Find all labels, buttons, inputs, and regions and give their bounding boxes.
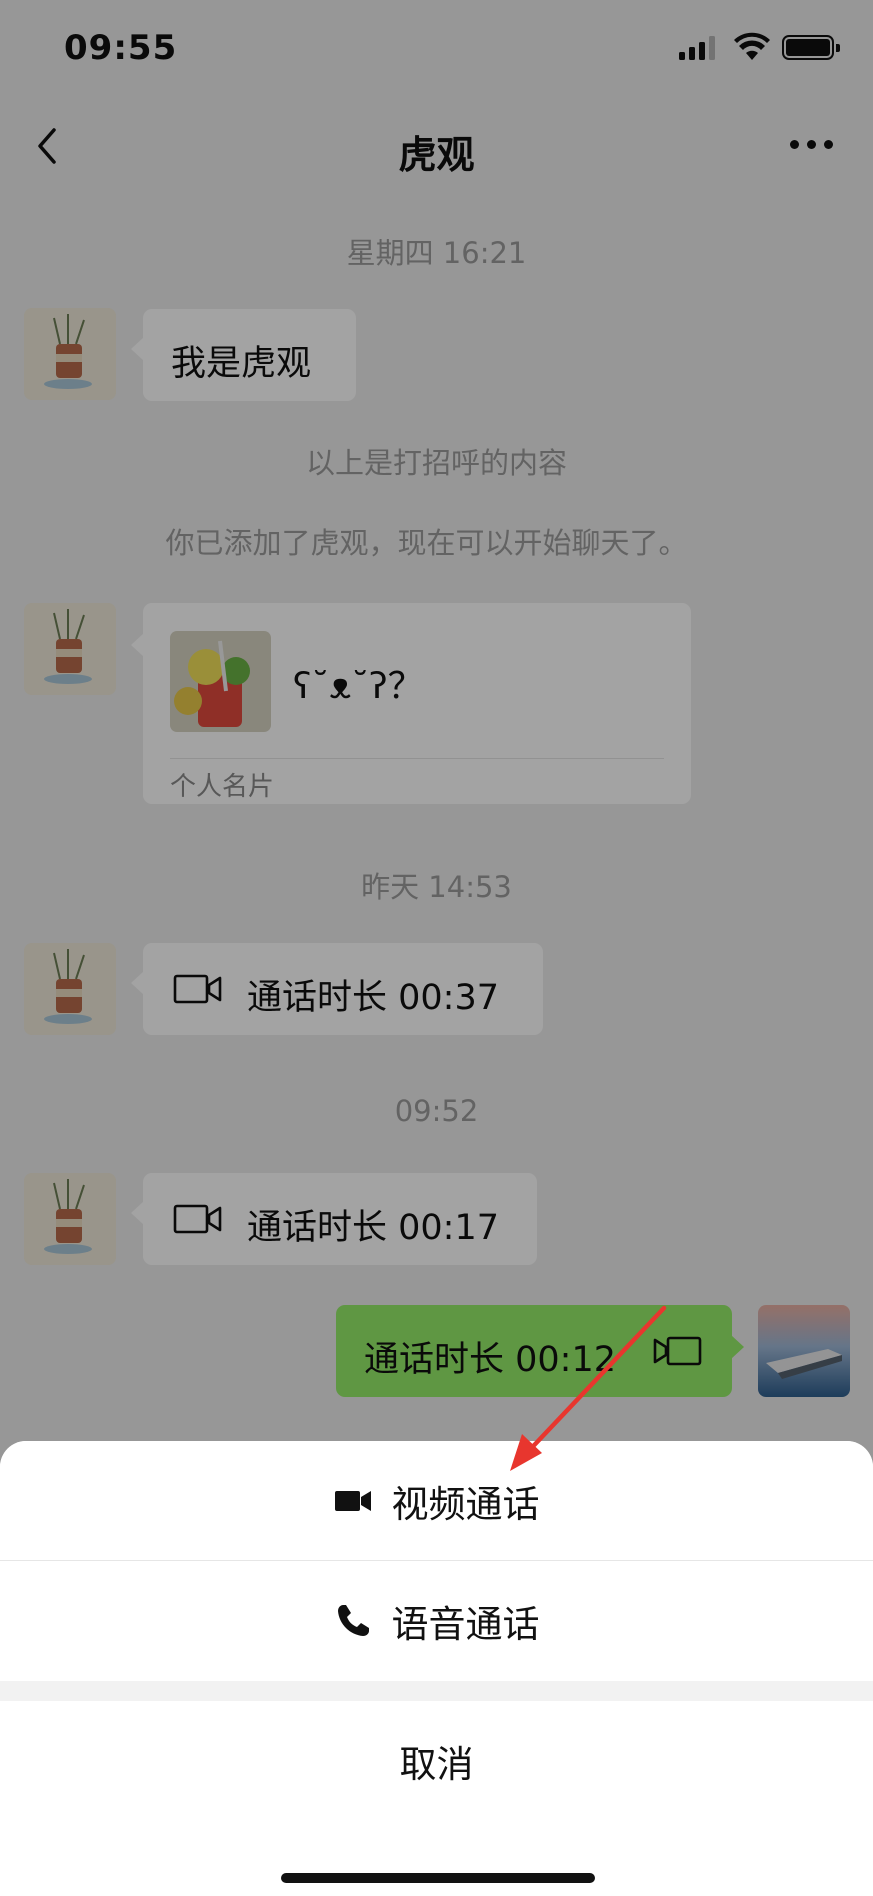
video-call-label: 视频通话 (391, 1482, 540, 1526)
cancel-label: 取消 (399, 1743, 474, 1786)
home-indicator (281, 1873, 595, 1883)
call-action-sheet: 视频通话 语音通话 取消 (0, 1441, 873, 1896)
cancel-button[interactable]: 取消 (0, 1701, 873, 1821)
voice-call-option[interactable]: 语音通话 (0, 1561, 873, 1681)
voice-call-label: 语音通话 (391, 1603, 540, 1646)
video-call-option[interactable]: 视频通话 (0, 1441, 873, 1560)
chat-screen: 09:55 虎观 星期四 16:21 我是虎观 以上是打招呼的内容 你已添加了虎… (0, 0, 873, 1896)
divider (0, 1681, 873, 1701)
phone-icon (337, 1605, 369, 1636)
video-camera-icon (334, 1490, 371, 1511)
